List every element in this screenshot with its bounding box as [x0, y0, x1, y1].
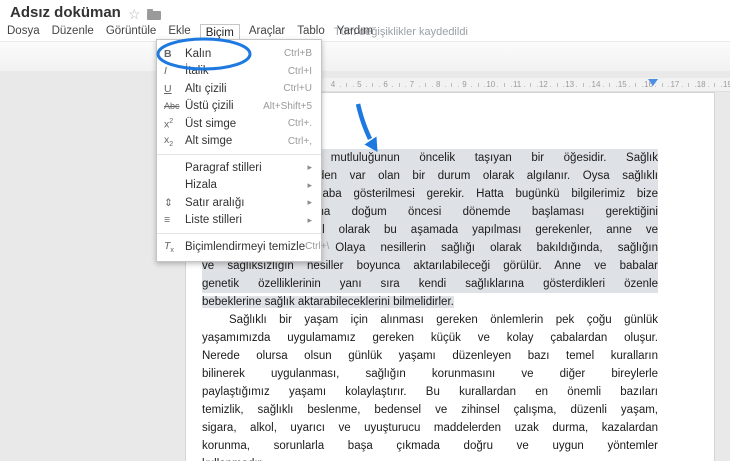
italic-icon: I: [164, 65, 167, 78]
menu-shortcut: Ctrl+B: [283, 48, 312, 60]
document-line[interactable]: kullanmadır.: [202, 455, 658, 461]
ruler-number: 8: [435, 80, 441, 89]
format-menu-item[interactable]: Abc Üstü çizili Alt+Shift+5: [157, 98, 321, 116]
ruler-number: 9: [462, 80, 467, 89]
menu-item-label: Alt simge: [185, 135, 233, 148]
document-line[interactable]: temizlik, sağlıklı beslenme, bedensel ve…: [202, 401, 658, 419]
menubar-item-yardım[interactable]: Yardım: [334, 23, 376, 39]
menubar-item-görüntüle[interactable]: Görüntüle: [103, 23, 160, 39]
menubar-item-düzenle[interactable]: Düzenle: [49, 23, 97, 39]
format-menu-item[interactable]: ⇕ Satır aralığı ▸: [157, 194, 321, 212]
menu-shortcut: Ctrl+.: [287, 118, 312, 130]
document-line[interactable]: yaşamımızda uygulamamız gereken küçük ve…: [202, 329, 658, 347]
ruler-number: 11: [512, 80, 522, 89]
ruler-number: 15: [617, 80, 627, 89]
document-line[interactable]: paylaştığımız yaşamı kolaylaştırır. Bu k…: [202, 383, 658, 401]
menu-item-label: Liste stilleri: [185, 214, 242, 227]
submenu-arrow-icon: ▸: [307, 179, 312, 190]
folder-icon[interactable]: [147, 9, 161, 20]
menubar-item-araçlar[interactable]: Araçlar: [246, 23, 288, 39]
ruler-number: 4: [330, 80, 336, 89]
submenu-arrow-icon: ▸: [307, 214, 312, 225]
format-menu-item[interactable]: x2 Üst simge Ctrl+.: [157, 115, 321, 133]
star-icon[interactable]: ☆: [128, 6, 141, 23]
menubar-item-ekle[interactable]: Ekle: [165, 23, 193, 39]
document-line[interactable]: bebeklerine sağlık aktarabileceklerini b…: [202, 293, 658, 311]
ruler-number: 12: [538, 80, 548, 89]
format-menu-item[interactable]: x2 Alt simge Ctrl+,: [157, 133, 321, 151]
menu-shortcut: Alt+Shift+5: [263, 100, 312, 112]
menu-item-label: İtalik: [185, 65, 209, 78]
menu-shortcut: Ctrl+,: [287, 135, 312, 147]
format-menu-item[interactable]: ≡ Liste stilleri ▸: [157, 212, 321, 230]
format-menu: B Kalın Ctrl+B I İtalik Ctrl+I U Altı çizili Ctr…: [156, 39, 329, 262]
ruler-indent-marker-icon[interactable]: [648, 79, 658, 86]
subscript-icon: x2: [164, 134, 174, 149]
line-spacing-icon: ⇕: [164, 196, 173, 209]
menu-bar: Dosya Düzenle Görüntüle Ekle Biçim Araçlar Tab…: [4, 22, 382, 45]
document-line[interactable]: sigara, alkol, uyarıcı ve uyuşturucu mad…: [202, 419, 658, 437]
ruler-number: 18: [696, 80, 706, 89]
document-line[interactable]: Nerede olursa olsun günlük yaşamı düzenl…: [202, 347, 658, 365]
clear-formatting-icon: Tx: [164, 239, 174, 254]
document-title[interactable]: Adsız doküman: [10, 4, 121, 21]
submenu-arrow-icon: ▸: [307, 197, 312, 208]
menu-divider: [157, 233, 321, 234]
document-line[interactable]: korunma, sorunlarla başa çıkmada doğru v…: [202, 437, 658, 455]
google-docs-window: Adsız doküman ☆ Dosya Düzenle Görüntüle Ekl…: [0, 0, 730, 461]
underline-icon: U: [164, 82, 172, 95]
ruler-number: 10: [486, 80, 496, 89]
format-menu-item[interactable]: I İtalik Ctrl+I: [157, 63, 321, 81]
menu-item-label: Paragraf stilleri: [185, 161, 262, 174]
menu-item-label: Üstü çizili: [185, 100, 234, 113]
submenu-arrow-icon: ▸: [307, 162, 312, 173]
format-menu-item[interactable]: Tx Biçimlendirmeyi temizle Ctrl+\: [157, 238, 329, 256]
ruler-number: 19: [723, 80, 730, 89]
menu-item-label: Hizala: [185, 179, 217, 192]
menu-divider: [157, 154, 321, 155]
document-workspace: 4 5 6 7 8 9 10 11 12 13 14 15 16 17 18 19 Sağlık, insan…: [0, 71, 730, 461]
format-menu-item[interactable]: U Altı çizili Ctrl+U: [157, 80, 321, 98]
menu-shortcut: Ctrl+I: [287, 65, 312, 77]
ruler-number: 7: [409, 80, 415, 89]
document-line[interactable]: genetik özelliklerinin yanı sıra kendi s…: [202, 275, 658, 293]
ruler-number: 6: [383, 80, 388, 89]
menu-item-label: Üst simge: [185, 117, 237, 130]
ruler-number: 13: [565, 80, 575, 89]
menu-item-label: Altı çizili: [185, 82, 227, 95]
document-line[interactable]: Sağlıklı bir yaşam için alınması gereken…: [202, 311, 658, 329]
bold-icon: B: [164, 47, 172, 60]
toolbar: Normal m... A: [0, 41, 730, 114]
format-menu-item[interactable]: Paragraf stilleri ▸: [157, 159, 321, 177]
list-styles-icon: ≡: [164, 214, 171, 227]
ruler-number: 5: [357, 80, 362, 89]
superscript-icon: x2: [164, 117, 174, 131]
strikethrough-icon: Abc: [164, 101, 180, 112]
menu-item-label: Kalın: [185, 47, 212, 60]
menubar-item-tablo[interactable]: Tablo: [294, 23, 328, 39]
document-line[interactable]: bilinerek uygulanması, sağlığın korunmas…: [202, 365, 658, 383]
menubar-item-dosya[interactable]: Dosya: [4, 23, 43, 39]
ruler-number: 14: [591, 80, 601, 89]
menu-item-label: Satır aralığı: [185, 196, 245, 209]
ruler-number: 17: [670, 80, 680, 89]
menu-shortcut: Ctrl+U: [283, 83, 312, 95]
menu-shortcut: Ctrl+\: [305, 241, 330, 253]
menu-item-label: Biçimlendirmeyi temizle: [185, 240, 306, 253]
format-menu-item[interactable]: Hizala ▸: [157, 177, 321, 195]
format-menu-item[interactable]: B Kalın Ctrl+B: [157, 45, 321, 63]
